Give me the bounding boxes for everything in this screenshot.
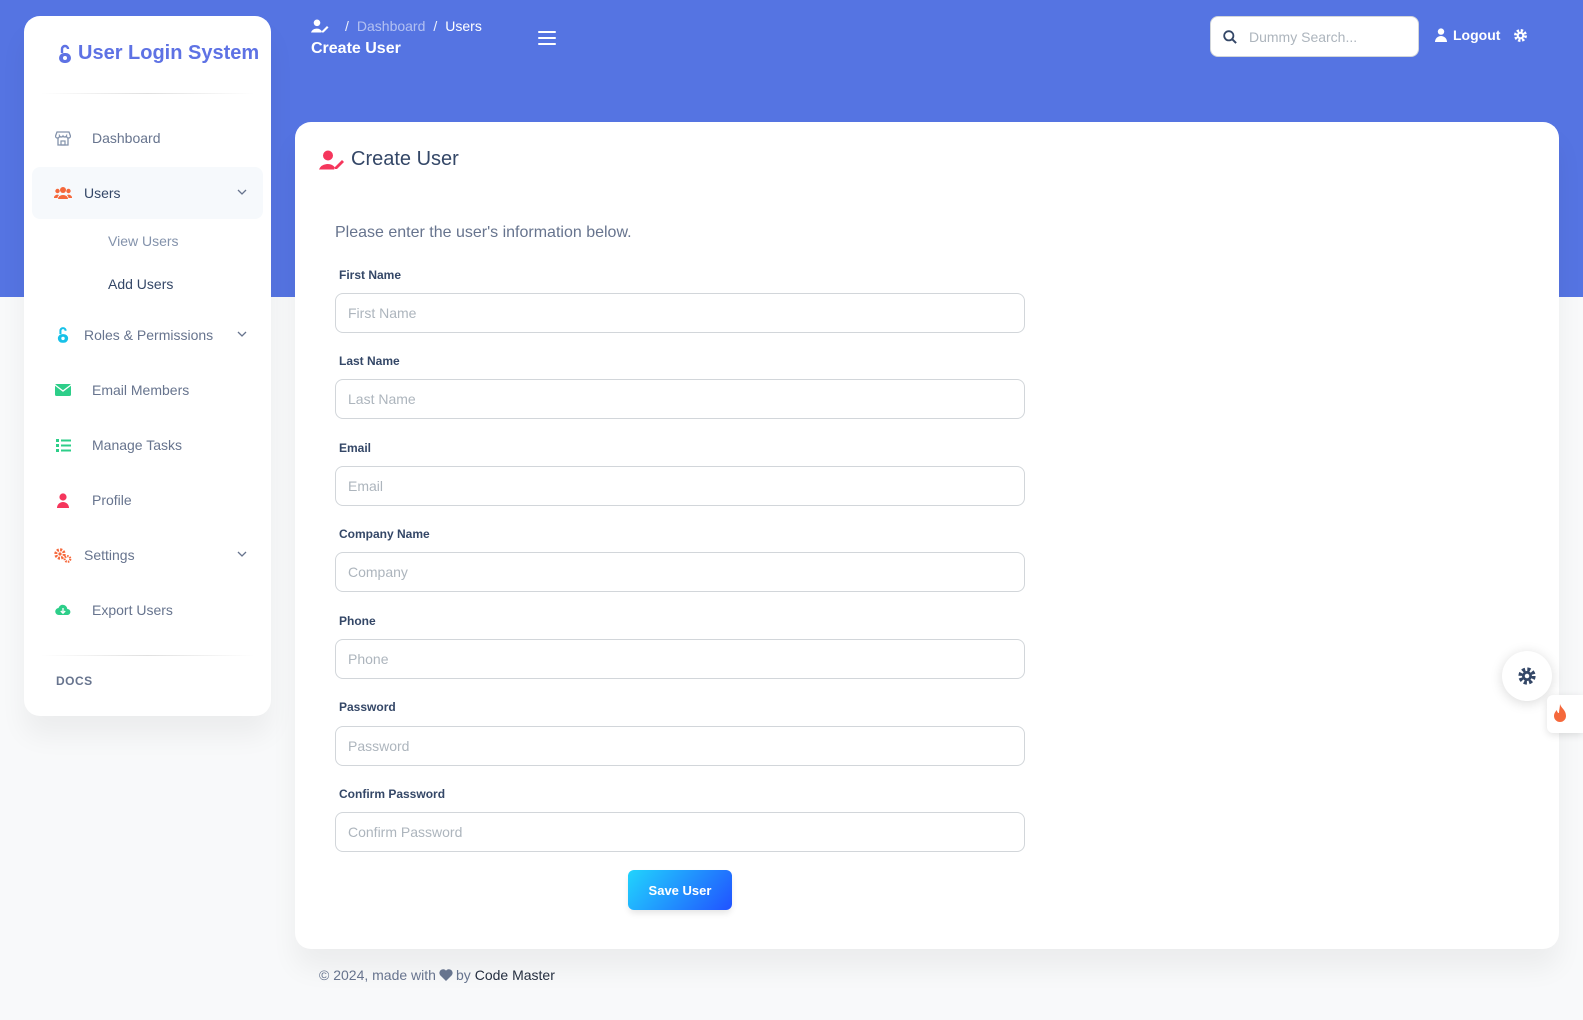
sidebar-item-label: Dashboard	[92, 130, 161, 146]
breadcrumb-current: Users	[445, 18, 482, 34]
user-icon	[54, 492, 72, 508]
confirm-password-label: Confirm Password	[339, 787, 446, 801]
shop-icon	[54, 130, 72, 146]
menu-toggle-icon[interactable]	[538, 31, 556, 45]
footer-by: by	[455, 967, 471, 983]
company-name-label: Company Name	[339, 527, 430, 541]
breadcrumb: / Dashboard / Users	[311, 18, 482, 34]
sidebar-item-label: Users	[84, 185, 121, 201]
section-label-docs: DOCS	[56, 674, 93, 688]
last-name-field[interactable]	[335, 379, 1025, 419]
save-user-button[interactable]: Save User	[628, 870, 732, 910]
divider	[40, 93, 255, 94]
sidebar-item-label: Settings	[84, 547, 135, 563]
flame-tab[interactable]	[1547, 695, 1583, 733]
sidebar-item-dashboard[interactable]: Dashboard	[32, 112, 263, 164]
card-title: Create User	[319, 148, 459, 171]
breadcrumb-dashboard-link[interactable]: Dashboard	[357, 18, 426, 34]
cloud-download-icon	[54, 602, 72, 618]
sidebar-item-settings[interactable]: Settings	[32, 529, 263, 581]
sidebar-item-label: Manage Tasks	[92, 437, 183, 453]
sidebar: User Login System Dashboard Users View U…	[24, 16, 271, 716]
logout-label: Logout	[1453, 27, 1501, 43]
lock-open-icon	[54, 327, 72, 343]
sidebar-item-export-users[interactable]: Export Users	[32, 584, 263, 636]
gear-icon	[1518, 667, 1536, 685]
chevron-down-icon	[237, 331, 247, 337]
logout-button[interactable]: Logout	[1435, 27, 1500, 43]
user-edit-icon[interactable]	[311, 19, 329, 33]
password-label: Password	[339, 700, 396, 714]
search-icon	[1223, 29, 1237, 44]
form-intro: Please enter the user's information belo…	[335, 224, 632, 241]
phone-field[interactable]	[335, 639, 1025, 679]
sidebar-subitem-add-users[interactable]: Add Users	[108, 276, 173, 292]
footer-author-link[interactable]: Code Master	[475, 967, 555, 983]
configurator-button[interactable]	[1502, 651, 1552, 701]
heart-icon	[439, 969, 453, 981]
card-title-text: Create User	[351, 148, 459, 170]
list-icon	[54, 437, 72, 453]
brand-name: User Login System	[78, 42, 260, 64]
first-name-field[interactable]	[335, 293, 1025, 333]
sidebar-item-label: Profile	[92, 492, 132, 508]
breadcrumb-separator: /	[433, 18, 438, 34]
sidebar-item-label: Email Members	[92, 382, 190, 398]
user-edit-icon	[319, 150, 344, 169]
sidebar-item-label: Export Users	[92, 602, 173, 618]
envelope-icon	[54, 382, 72, 398]
lock-open-icon	[59, 44, 71, 63]
search-input[interactable]	[1249, 28, 1409, 45]
breadcrumb-separator: /	[345, 18, 349, 34]
chevron-down-icon	[237, 551, 247, 557]
email-field[interactable]	[335, 466, 1025, 506]
company-field[interactable]	[335, 552, 1025, 592]
first-name-label: First Name	[339, 268, 402, 282]
divider	[40, 655, 255, 656]
search-box[interactable]	[1210, 16, 1419, 57]
brand[interactable]: User Login System	[58, 42, 259, 65]
chevron-down-icon	[237, 189, 247, 195]
last-name-label: Last Name	[339, 354, 400, 368]
sidebar-item-profile[interactable]: Profile	[32, 474, 263, 526]
footer: © 2024, made with by Code Master	[319, 967, 555, 983]
confirm-password-field[interactable]	[335, 812, 1025, 852]
email-label: Email	[339, 441, 372, 455]
flame-icon	[1554, 704, 1566, 722]
sidebar-item-roles-permissions[interactable]: Roles & Permissions	[32, 309, 263, 361]
create-user-card: Create User Please enter the user's info…	[295, 122, 1559, 949]
footer-prefix: © 2024, made with	[319, 967, 436, 983]
phone-label: Phone	[339, 614, 376, 628]
cogs-icon	[54, 547, 72, 563]
users-icon	[54, 185, 72, 201]
sidebar-item-manage-tasks[interactable]: Manage Tasks	[32, 419, 263, 471]
sidebar-item-email-members[interactable]: Email Members	[32, 364, 263, 416]
sidebar-item-label: Roles & Permissions	[84, 327, 214, 343]
gear-icon[interactable]	[1513, 28, 1528, 43]
sidebar-item-users[interactable]: Users	[32, 167, 263, 219]
sidebar-subitem-view-users[interactable]: View Users	[108, 233, 179, 249]
password-field[interactable]	[335, 726, 1025, 766]
page-title: Create User	[311, 40, 401, 57]
user-icon	[1435, 28, 1447, 42]
